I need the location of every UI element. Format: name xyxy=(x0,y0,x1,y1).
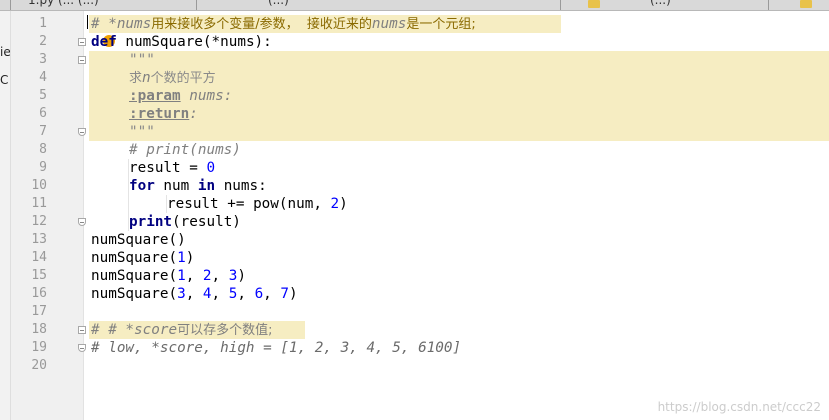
code-line-9: result = 0 xyxy=(129,160,216,176)
editor-tab-bar: 1.py (... (...) (...) (...) xyxy=(0,0,829,11)
tab-separator xyxy=(768,0,769,10)
code-line-3: """ xyxy=(129,52,155,68)
side-label: C xyxy=(0,73,9,87)
line-number: 20 xyxy=(31,358,47,373)
code-line-15: numSquare(1, 2, 3) xyxy=(91,268,246,284)
code-editor[interactable]: # *nums用来接收多个变量/参数， 接收近来的nums是一个元组; def … xyxy=(84,11,829,420)
line-number: 5 xyxy=(39,88,47,103)
code-line-16: numSquare(3, 4, 5, 6, 7) xyxy=(91,286,298,302)
code-line-12: print(result) xyxy=(129,214,241,230)
tab-2[interactable]: (...) xyxy=(268,0,289,9)
code-line-13: numSquare() xyxy=(91,232,186,248)
code-line-5: :param nums: xyxy=(129,88,233,104)
project-panel-edge: ie C xyxy=(0,11,11,420)
code-line-2: def numSquare(*nums): xyxy=(91,34,272,50)
code-line-4: 求n个数的平方 xyxy=(129,70,216,86)
line-number: 3 xyxy=(39,52,47,67)
line-number: 1 xyxy=(39,16,47,31)
line-number: 2 xyxy=(39,34,47,49)
line-number: 15 xyxy=(31,268,47,283)
code-line-6: :return: xyxy=(129,106,198,122)
code-line-18: # # *score可以存多个数值; xyxy=(91,322,273,338)
line-number: 19 xyxy=(31,340,47,355)
line-number: 14 xyxy=(31,250,47,265)
code-line-10: for num in nums: xyxy=(129,178,267,194)
line-number: 18 xyxy=(31,322,47,337)
line-number: 16 xyxy=(31,286,47,301)
side-label: ie xyxy=(0,45,11,59)
line-number: 9 xyxy=(39,160,47,175)
code-line-7: """ xyxy=(129,124,155,140)
tab-3[interactable]: (...) xyxy=(650,0,671,9)
line-number: 12 xyxy=(31,214,47,229)
code-line-14: numSquare(1) xyxy=(91,250,195,266)
line-number: 4 xyxy=(39,70,47,85)
tab-separator xyxy=(560,0,561,10)
code-line-11: result += pow(num, 2) xyxy=(167,196,348,212)
line-number: 8 xyxy=(39,142,47,157)
line-number: 6 xyxy=(39,106,47,121)
tab-1[interactable]: 1.py (... (...) xyxy=(28,0,99,9)
line-number: 10 xyxy=(31,178,47,193)
line-number: 11 xyxy=(31,196,47,211)
watermark: https://blog.csdn.net/ccc22 xyxy=(657,400,821,414)
text-caret xyxy=(87,15,88,29)
code-line-8: # print(nums) xyxy=(129,142,241,158)
docstring-highlight xyxy=(89,123,129,141)
code-line-19: # low, *score, high = [1, 2, 3, 4, 5, 61… xyxy=(91,340,462,356)
line-number: 13 xyxy=(31,232,47,247)
code-line-1: # *nums用来接收多个变量/参数， 接收近来的nums是一个元组; xyxy=(91,16,476,32)
line-number-gutter[interactable]: 1 2 3 4 5 6 7 8 9 10 11 12 13 14 15 16 1… xyxy=(11,11,86,420)
tab-separator xyxy=(10,0,11,10)
line-number: 7 xyxy=(39,124,47,139)
tab-separator xyxy=(196,0,197,10)
python-file-icon xyxy=(800,0,812,8)
python-file-icon xyxy=(588,0,600,8)
line-number: 17 xyxy=(31,304,47,319)
